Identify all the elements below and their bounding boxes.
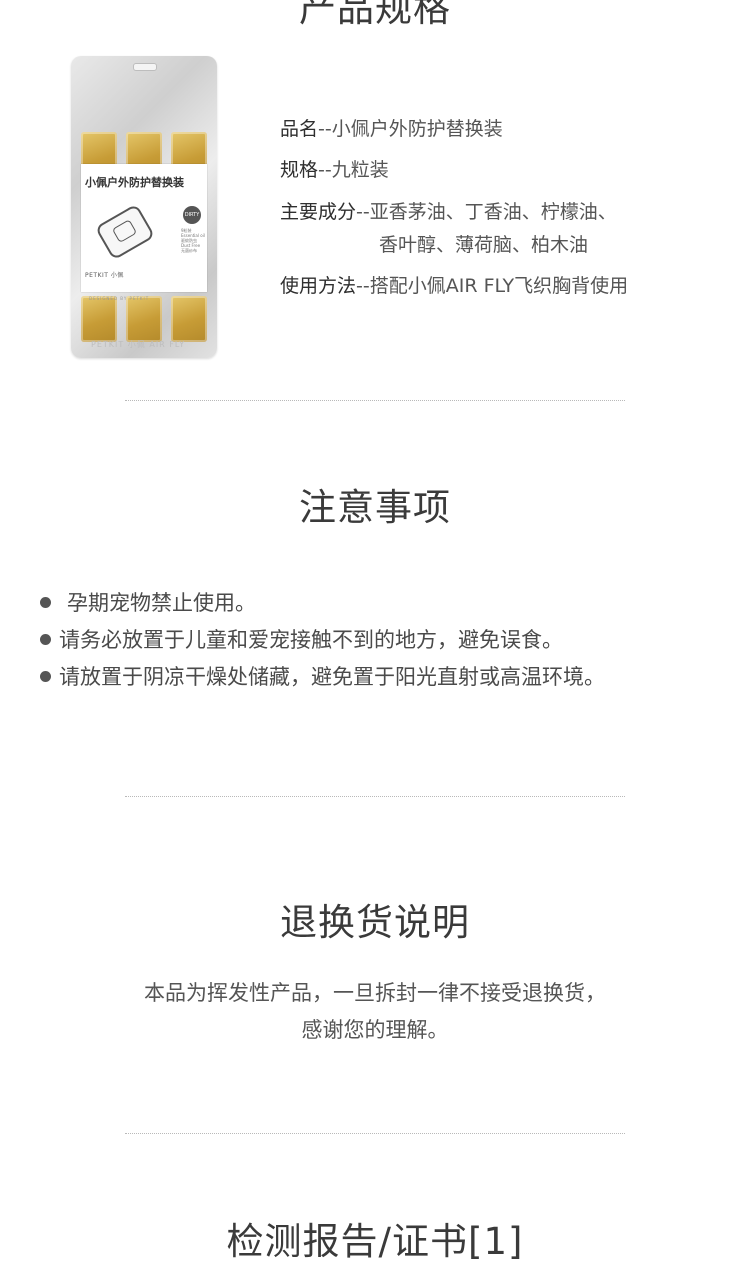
- capsule: [126, 296, 162, 342]
- spec-item-ingredients-cont: 香叶醇、薄荷脑、柏木油: [379, 234, 589, 256]
- spec-key: 品名: [280, 118, 319, 140]
- bullet-icon: [40, 596, 51, 608]
- package-brand: PETKIT 小佩: [85, 272, 124, 279]
- returns-text-line: 本品为挥发性产品，一旦拆封一律不接受退换货，: [144, 981, 606, 1005]
- divider: [125, 1133, 625, 1134]
- bullet-icon: [40, 633, 51, 645]
- capsule: [171, 296, 207, 342]
- capsule: [81, 296, 117, 342]
- spec-value: --亚香茅油、丁香油、柠檬油、: [356, 201, 617, 223]
- divider: [125, 400, 625, 401]
- note-text: 请放置于阴凉干燥处储藏，避免置于阳光直射或高温环境。: [59, 665, 605, 689]
- spec-section-title: 产品规格: [299, 0, 451, 30]
- spec-key: 规格: [280, 159, 319, 181]
- package-name: 小佩户外防护替换装: [85, 176, 184, 189]
- spec-value: --小佩户外防护替换装: [318, 118, 503, 140]
- returns-section-title: 退换货说明: [280, 901, 470, 944]
- package-footer: DESIGNED BY PETKIT: [89, 296, 150, 301]
- note-text: 孕期宠物禁止使用。: [67, 591, 256, 615]
- spec-key: 主要成分: [280, 201, 357, 223]
- package-bottom-text: PETKIT 小佩 AIR FLY: [91, 340, 186, 349]
- spec-item-usage: 使用方法--搭配小佩AIR FLY飞织胸背使用: [280, 273, 628, 299]
- spec-value: --搭配小佩AIR FLY飞织胸背使用: [356, 275, 629, 297]
- hang-hole: [133, 63, 157, 71]
- package-small-text: 9粒装 Essential oil 驱蚊防虫 Dust Free 无菌纱布: [181, 228, 205, 253]
- report-section-title: 检测报告/证书[1]: [226, 1220, 524, 1263]
- notes-section-title: 注意事项: [299, 486, 451, 529]
- spec-value: --九粒装: [318, 159, 389, 181]
- spec-item-name: 品名--小佩户外防护替换装: [280, 116, 503, 142]
- divider: [125, 796, 625, 797]
- dirty-free-badge: DIRTY FREE: [183, 206, 201, 236]
- spec-key: 使用方法: [280, 275, 357, 297]
- bullet-icon: [40, 670, 51, 682]
- note-item: 孕期宠物禁止使用。: [40, 587, 256, 617]
- returns-text-line: 感谢您的理解。: [301, 1018, 449, 1042]
- note-item: 请务必放置于儿童和爱宠接触不到的地方，避免误食。: [40, 624, 563, 654]
- spec-item-ingredients: 主要成分--亚香茅油、丁香油、柠檬油、: [280, 199, 617, 225]
- note-item: 请放置于阴凉干燥处储藏，避免置于阳光直射或高温环境。: [40, 661, 605, 691]
- product-package-image: 小佩户外防护替换装 DIRTY FREE 9粒装 Essential oil 驱…: [71, 56, 217, 358]
- note-text: 请务必放置于儿童和爱宠接触不到的地方，避免误食。: [59, 628, 563, 652]
- spec-item-size: 规格--九粒装: [280, 157, 389, 183]
